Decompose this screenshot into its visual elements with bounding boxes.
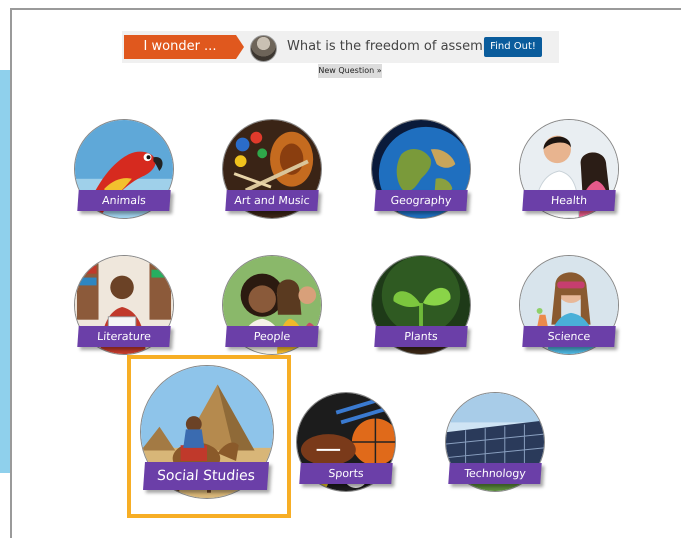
topic-label: People [225, 326, 319, 347]
topic-people[interactable]: People [222, 255, 326, 359]
topic-geography[interactable]: Geography [371, 119, 475, 223]
topic-label: Plants [374, 326, 468, 347]
wonder-bar: I wonder ... What is the freedom of asse… [122, 31, 559, 63]
topic-label: Geography [374, 190, 468, 211]
topic-art-and-music[interactable]: Art and Music [222, 119, 326, 223]
topic-health[interactable]: Health [519, 119, 623, 223]
topic-label: Sports [299, 463, 393, 484]
wonder-question[interactable]: What is the freedom of assembly? [287, 39, 509, 54]
topic-literature[interactable]: Literature [74, 255, 178, 359]
topic-label: Art and Music [225, 190, 319, 211]
topic-label: Literature [77, 326, 171, 347]
topic-label: Science [522, 326, 616, 347]
topic-animals[interactable]: Animals [74, 119, 178, 223]
topic-science[interactable]: Science [519, 255, 623, 359]
topic-label: Animals [77, 190, 171, 211]
wonder-avatar [250, 35, 277, 62]
topic-sports[interactable]: Sports [296, 392, 400, 496]
topic-label: Technology [448, 463, 542, 484]
topic-plants[interactable]: Plants [371, 255, 475, 359]
find-out-button[interactable]: Find Out! [484, 37, 542, 57]
new-question-button[interactable]: New Question » [318, 64, 382, 78]
side-panel [0, 70, 10, 473]
wonder-tag: I wonder ... [124, 35, 244, 59]
topic-technology[interactable]: Technology [445, 392, 549, 496]
topic-social-studies[interactable]: Social Studies [140, 365, 280, 505]
topic-label: Social Studies [143, 462, 269, 490]
topic-label: Health [522, 190, 616, 211]
